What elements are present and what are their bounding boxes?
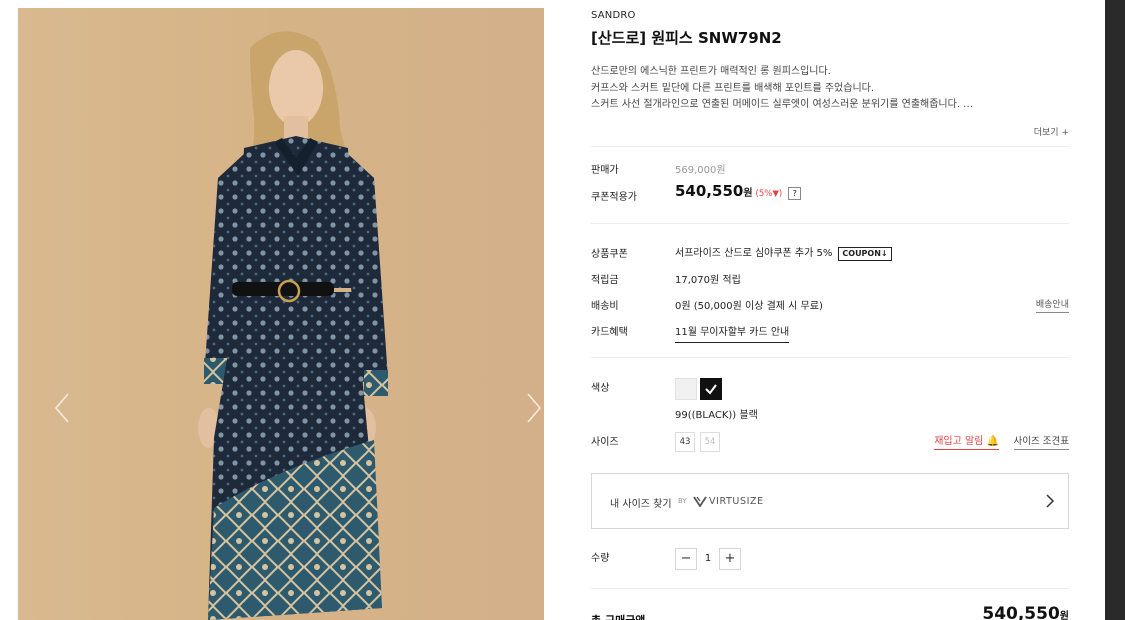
product-title: [산드로] 원피스 SNW79N2 xyxy=(591,29,782,47)
coupon-price: 540,550 xyxy=(675,182,744,200)
read-more-link[interactable]: 더보기 + xyxy=(1034,125,1069,138)
shipping-value: 0원 (50,000원 이상 결제 시 무료) xyxy=(675,301,823,312)
virtusize-by: BY xyxy=(678,497,687,505)
description-line: 커프스와 스커트 밑단에 다른 프린트를 배색해 포인트를 주었습니다. xyxy=(591,82,875,94)
coupon-price-row: 540,550원 (5%▼)? xyxy=(675,182,802,200)
total-price-row: 540,550원 xyxy=(982,604,1069,620)
selected-color: 99((BLACK)) 블랙 xyxy=(675,410,758,421)
points-label: 적립금 xyxy=(591,275,619,286)
sale-price: 569,000원 xyxy=(675,165,726,176)
virtusize-logo-icon xyxy=(693,496,707,507)
divider xyxy=(591,588,1069,589)
window-edge xyxy=(1105,0,1125,620)
divider xyxy=(591,146,1069,147)
check-icon xyxy=(705,384,717,395)
find-my-size-text: 내 사이즈 찾기 xyxy=(610,499,672,510)
product-coupon-text: 서프라이즈 산드로 심야쿠폰 추가 5% xyxy=(675,248,833,259)
brand-name: SANDRO xyxy=(591,10,636,21)
coupon-price-label: 쿠폰적용가 xyxy=(591,192,637,203)
virtusize-brand: VIRTUSIZE xyxy=(709,496,764,507)
model-illustration xyxy=(18,8,544,620)
card-benefit-link[interactable]: 11월 무이자할부 카드 안내 xyxy=(675,327,790,343)
card-benefit-label: 카드혜택 xyxy=(591,327,628,338)
restock-alert-link[interactable]: 재입고 알림 🔔 xyxy=(934,432,999,450)
product-description: 산드로만의 에스닉한 프린트가 매력적인 롱 원피스입니다. 커프스와 스커트 … xyxy=(591,64,973,114)
color-swatch-black[interactable] xyxy=(700,378,722,400)
product-coupon-row: 서프라이즈 산드로 심야쿠폰 추가 5% COUPON↓ xyxy=(675,244,892,261)
price-help-button[interactable]: ? xyxy=(788,187,802,200)
quantity-label: 수량 xyxy=(591,553,610,564)
coupon-download-button[interactable]: COUPON↓ xyxy=(838,247,892,261)
next-image-button[interactable] xyxy=(520,388,544,428)
shipping-info-link[interactable]: 배송안내 xyxy=(1035,297,1069,313)
size-label: 사이즈 xyxy=(591,437,619,448)
description-line: 산드로만의 에스닉한 프린트가 매력적인 롱 원피스입니다. xyxy=(591,66,831,77)
total-price-label: 총 구매금액 xyxy=(591,612,645,620)
sale-price-label: 판매가 xyxy=(591,165,619,176)
size-option-54[interactable]: 54 xyxy=(700,432,720,452)
card-benefit-row: 11월 무이자할부 카드 안내 xyxy=(675,323,790,343)
divider xyxy=(591,223,1069,224)
quantity-value[interactable]: 1 xyxy=(697,548,719,570)
coupon-price-unit: 원 xyxy=(743,188,753,199)
divider xyxy=(591,357,1069,358)
description-line: 스커트 사선 절개라인으로 연출된 머메이드 실루엣이 여성스러운 분위기를 연… xyxy=(591,99,974,110)
quantity-decrease-button[interactable]: − xyxy=(675,548,697,570)
total-price-unit: 원 xyxy=(1059,611,1069,620)
product-page: SANDRO [산드로] 원피스 SNW79N2 산드로만의 에스닉한 프린트가… xyxy=(0,0,1105,620)
color-swatch-white[interactable] xyxy=(675,378,697,400)
points-value: 17,070원 적립 xyxy=(675,275,741,286)
product-info-panel: SANDRO [산드로] 원피스 SNW79N2 산드로만의 에스닉한 프린트가… xyxy=(591,0,1069,620)
product-image xyxy=(18,8,544,620)
discount-rate: (5%▼) xyxy=(755,189,783,199)
size-option-43[interactable]: 43 xyxy=(675,432,695,452)
size-chart-link[interactable]: 사이즈 조견표 xyxy=(1013,433,1069,450)
virtusize-banner[interactable]: 내 사이즈 찾기 BY VIRTUSIZE xyxy=(591,473,1069,529)
chevron-right-icon xyxy=(1046,494,1055,508)
shipping-label: 배송비 xyxy=(591,301,619,312)
previous-image-button[interactable] xyxy=(48,388,76,428)
color-label: 색상 xyxy=(591,383,610,394)
total-price: 540,550 xyxy=(982,604,1060,620)
quantity-increase-button[interactable]: + xyxy=(719,548,741,570)
product-coupon-label: 상품쿠폰 xyxy=(591,249,628,260)
